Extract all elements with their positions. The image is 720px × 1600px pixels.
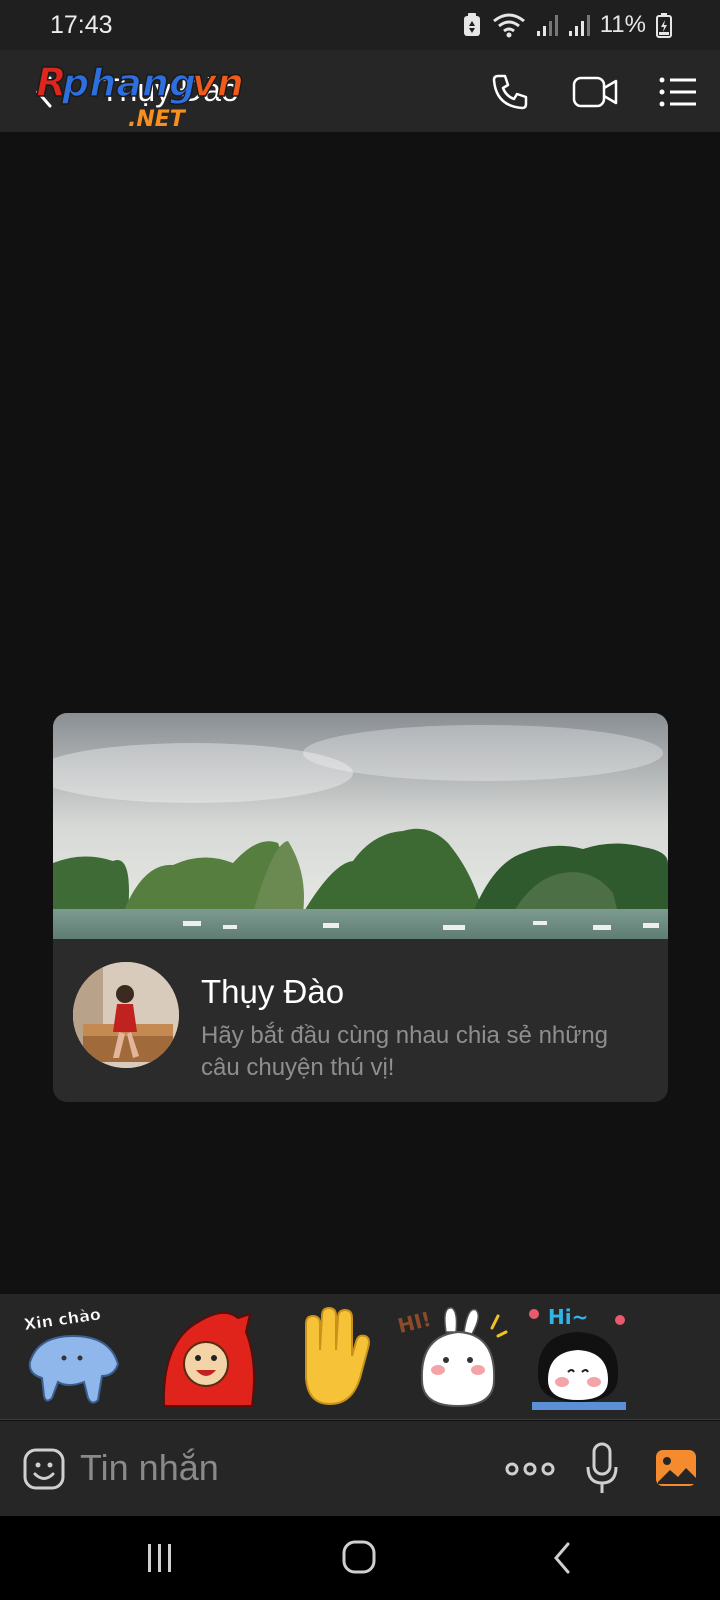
status-bar: 17:43 11% xyxy=(0,0,720,50)
microphone-button[interactable] xyxy=(585,1441,619,1497)
svg-text:HI!: HI! xyxy=(398,1307,433,1338)
svg-text:.NET: .NET xyxy=(128,107,187,132)
svg-text:Hi~: Hi~ xyxy=(548,1305,588,1329)
signal-2-icon xyxy=(568,15,590,36)
signal-1-icon xyxy=(536,15,558,36)
video-call-button[interactable] xyxy=(570,68,620,116)
svg-text:Xin chào: Xin chào xyxy=(23,1304,102,1334)
sticker-xin-chao[interactable]: Xin chào xyxy=(18,1302,128,1412)
sticker-waving-hand[interactable] xyxy=(276,1302,386,1412)
image-gallery-button[interactable] xyxy=(654,1446,698,1490)
voice-call-button[interactable] xyxy=(486,68,534,116)
wifi-icon xyxy=(492,13,525,38)
sticker-red-hood[interactable] xyxy=(154,1302,264,1412)
watermark-logo: R phang vn .NET xyxy=(36,59,245,132)
sticker-hi-girl[interactable]: Hi~ xyxy=(524,1302,634,1412)
chat-header: Thụy Đào R phang vn .NET xyxy=(0,50,720,132)
emoji-sticker-button[interactable] xyxy=(22,1447,66,1491)
svg-text:vn: vn xyxy=(192,61,244,105)
battery-icon xyxy=(656,13,672,38)
svg-text:phang: phang xyxy=(61,61,196,105)
status-time: 17:43 xyxy=(50,10,113,39)
nav-back-button[interactable] xyxy=(540,1536,588,1580)
system-nav-bar xyxy=(0,1516,720,1600)
battery-saver-icon xyxy=(463,13,480,36)
cover-photo xyxy=(53,713,668,939)
home-button[interactable] xyxy=(336,1536,384,1580)
message-input[interactable] xyxy=(80,1443,460,1493)
avatar-photo xyxy=(73,962,179,1068)
options-menu-button[interactable] xyxy=(654,68,702,116)
recent-apps-button[interactable] xyxy=(136,1536,184,1580)
profile-card[interactable]: Thụy Đào Hãy bắt đầu cùng nhau chia sẻ n… xyxy=(53,713,668,1102)
battery-percent: 11% xyxy=(599,11,646,38)
profile-intro: Hãy bắt đầu cùng nhau chia sẻ những câu … xyxy=(201,1022,609,1081)
message-composer xyxy=(0,1421,720,1516)
more-options-button[interactable] xyxy=(504,1451,556,1487)
avatar[interactable] xyxy=(73,962,179,1068)
sticker-suggestion-bar: Xin chào HI! Hi~ xyxy=(0,1294,720,1420)
profile-name: Thụy Đào xyxy=(201,973,345,1010)
menu-icon xyxy=(659,77,696,107)
status-icons: 11% xyxy=(462,11,672,39)
phone-icon xyxy=(492,74,528,110)
sticker-hi-bunny[interactable]: HI! xyxy=(398,1302,508,1412)
video-icon xyxy=(572,76,618,108)
